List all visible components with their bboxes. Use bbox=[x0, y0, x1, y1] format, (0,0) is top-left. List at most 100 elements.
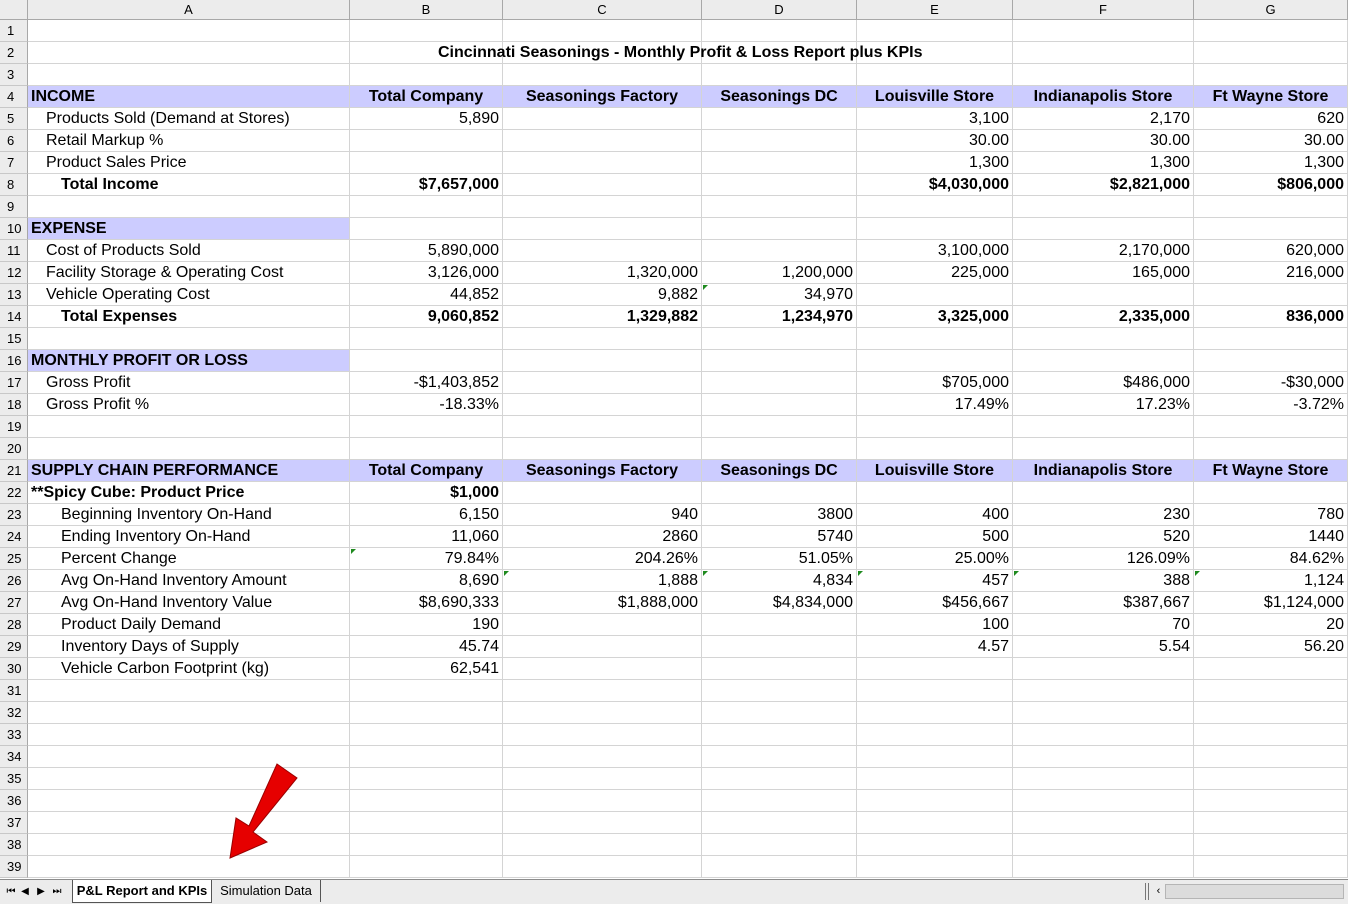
cell-empty[interactable] bbox=[350, 438, 503, 460]
cell-b23[interactable]: 6,150 bbox=[350, 504, 503, 526]
tab-simulation-data[interactable]: Simulation Data bbox=[212, 880, 321, 902]
row-header[interactable]: 1 bbox=[0, 20, 28, 42]
cell-empty[interactable] bbox=[857, 856, 1013, 878]
row-header[interactable]: 7 bbox=[0, 152, 28, 174]
cell-empty[interactable] bbox=[503, 746, 702, 768]
cell-d6[interactable] bbox=[702, 130, 857, 152]
cell-d25[interactable]: 51.05% bbox=[702, 548, 857, 570]
cell-e6[interactable]: 30.00 bbox=[857, 130, 1013, 152]
cell-b11[interactable]: 5,890,000 bbox=[350, 240, 503, 262]
cell-empty[interactable] bbox=[857, 680, 1013, 702]
cell-empty[interactable] bbox=[1194, 20, 1348, 42]
row-header[interactable]: 15 bbox=[0, 328, 28, 350]
cell-c23[interactable]: 940 bbox=[503, 504, 702, 526]
cell-empty[interactable] bbox=[1194, 438, 1348, 460]
cell-empty[interactable] bbox=[1013, 416, 1194, 438]
scroll-left-icon[interactable]: ‹ bbox=[1152, 884, 1166, 899]
cell-d14[interactable]: 1,234,970 bbox=[702, 306, 857, 328]
cell-empty[interactable] bbox=[857, 438, 1013, 460]
cell-g25[interactable]: 84.62% bbox=[1194, 548, 1348, 570]
cell-empty[interactable] bbox=[1194, 702, 1348, 724]
cell-a17[interactable]: Gross Profit bbox=[28, 372, 350, 394]
cell-g27[interactable]: $1,124,000 bbox=[1194, 592, 1348, 614]
cell-f21[interactable]: Indianapolis Store bbox=[1013, 460, 1194, 482]
cell-empty[interactable] bbox=[350, 746, 503, 768]
cell-b21[interactable]: Total Company bbox=[350, 460, 503, 482]
cell-empty[interactable] bbox=[28, 702, 350, 724]
cell-empty[interactable] bbox=[702, 768, 857, 790]
cell-empty[interactable] bbox=[1194, 724, 1348, 746]
cell-d24[interactable]: 5740 bbox=[702, 526, 857, 548]
cell-empty[interactable] bbox=[503, 768, 702, 790]
cell-c4[interactable]: Seasonings Factory bbox=[503, 86, 702, 108]
cell-f11[interactable]: 2,170,000 bbox=[1013, 240, 1194, 262]
cell-d22[interactable] bbox=[702, 482, 857, 504]
cell-d13[interactable]: 34,970 bbox=[702, 284, 857, 306]
cell-f12[interactable]: 165,000 bbox=[1013, 262, 1194, 284]
row-header[interactable]: 9 bbox=[0, 196, 28, 218]
cell-f5[interactable]: 2,170 bbox=[1013, 108, 1194, 130]
cell-empty[interactable] bbox=[1013, 438, 1194, 460]
row-header[interactable]: 6 bbox=[0, 130, 28, 152]
cell-empty[interactable] bbox=[350, 834, 503, 856]
cell-a28[interactable]: Product Daily Demand bbox=[28, 614, 350, 636]
row-header[interactable]: 30 bbox=[0, 658, 28, 680]
cell-empty[interactable] bbox=[857, 768, 1013, 790]
cell-empty[interactable] bbox=[28, 328, 350, 350]
cell-empty[interactable] bbox=[1013, 20, 1194, 42]
cell-empty[interactable] bbox=[28, 438, 350, 460]
cell-b6[interactable] bbox=[350, 130, 503, 152]
cell-empty[interactable] bbox=[1013, 350, 1194, 372]
cell-empty[interactable] bbox=[1194, 218, 1348, 240]
row-header[interactable]: 3 bbox=[0, 64, 28, 86]
cell-c8[interactable] bbox=[503, 174, 702, 196]
cell-empty[interactable] bbox=[1194, 834, 1348, 856]
cell-empty[interactable] bbox=[28, 20, 350, 42]
cell-g7[interactable]: 1,300 bbox=[1194, 152, 1348, 174]
cell-a22[interactable]: **Spicy Cube: Product Price bbox=[28, 482, 350, 504]
cell-empty[interactable] bbox=[702, 724, 857, 746]
cell-c12[interactable]: 1,320,000 bbox=[503, 262, 702, 284]
cell-empty[interactable] bbox=[702, 64, 857, 86]
row-header[interactable]: 26 bbox=[0, 570, 28, 592]
cell-a10[interactable]: EXPENSE bbox=[28, 218, 350, 240]
cell-empty[interactable] bbox=[350, 20, 503, 42]
cell-empty[interactable] bbox=[702, 328, 857, 350]
cell-b18[interactable]: -18.33% bbox=[350, 394, 503, 416]
cell-empty[interactable] bbox=[857, 328, 1013, 350]
row-header[interactable]: 8 bbox=[0, 174, 28, 196]
column-header-c[interactable]: C bbox=[503, 0, 702, 20]
row-header[interactable]: 39 bbox=[0, 856, 28, 878]
cell-empty[interactable] bbox=[702, 196, 857, 218]
cell-empty[interactable] bbox=[28, 790, 350, 812]
cell-f25[interactable]: 126.09% bbox=[1013, 548, 1194, 570]
cell-empty[interactable] bbox=[28, 680, 350, 702]
column-header-g[interactable]: G bbox=[1194, 0, 1348, 20]
row-header[interactable]: 2 bbox=[0, 42, 28, 64]
cell-empty[interactable] bbox=[702, 20, 857, 42]
last-sheet-icon[interactable]: ⏭ bbox=[50, 884, 64, 900]
cell-empty[interactable] bbox=[1194, 350, 1348, 372]
row-header[interactable]: 38 bbox=[0, 834, 28, 856]
cell-d12[interactable]: 1,200,000 bbox=[702, 262, 857, 284]
column-header-a[interactable]: A bbox=[28, 0, 350, 20]
cell-d4[interactable]: Seasonings DC bbox=[702, 86, 857, 108]
cell-empty[interactable] bbox=[857, 790, 1013, 812]
cell-b28[interactable]: 190 bbox=[350, 614, 503, 636]
cell-f28[interactable]: 70 bbox=[1013, 614, 1194, 636]
cell-empty[interactable] bbox=[28, 64, 350, 86]
cell-a26[interactable]: Avg On-Hand Inventory Amount bbox=[28, 570, 350, 592]
row-header[interactable]: 5 bbox=[0, 108, 28, 130]
cell-empty[interactable] bbox=[857, 724, 1013, 746]
cell-empty[interactable] bbox=[1013, 328, 1194, 350]
row-header[interactable]: 33 bbox=[0, 724, 28, 746]
cell-a13[interactable]: Vehicle Operating Cost bbox=[28, 284, 350, 306]
cell-empty[interactable] bbox=[857, 812, 1013, 834]
cell-empty[interactable] bbox=[1013, 218, 1194, 240]
cell-e18[interactable]: 17.49% bbox=[857, 394, 1013, 416]
cell-empty[interactable] bbox=[1013, 856, 1194, 878]
cell-b14[interactable]: 9,060,852 bbox=[350, 306, 503, 328]
cell-empty[interactable] bbox=[350, 196, 503, 218]
cell-e7[interactable]: 1,300 bbox=[857, 152, 1013, 174]
cell-c13[interactable]: 9,882 bbox=[503, 284, 702, 306]
